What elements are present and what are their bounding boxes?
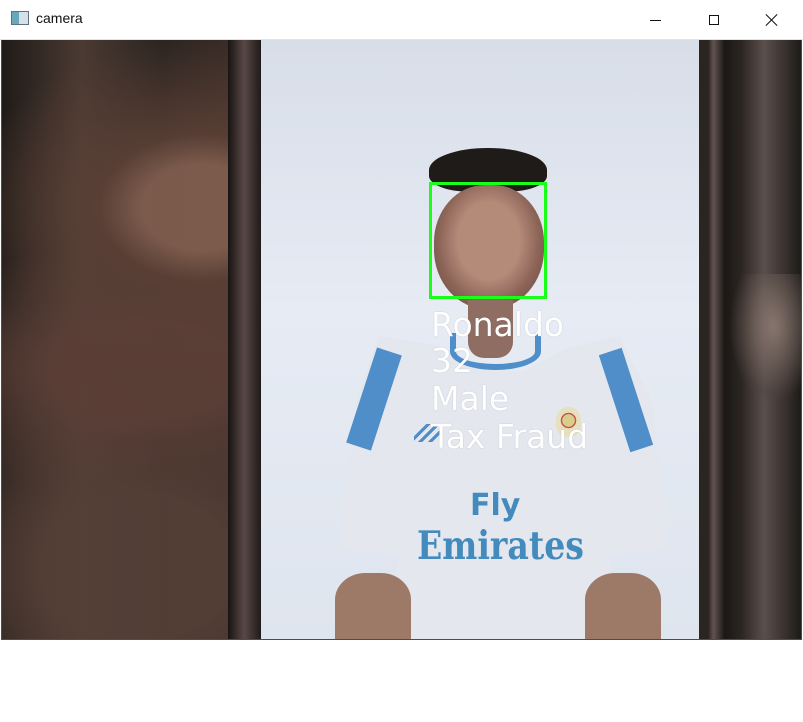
jersey-sponsor-line-2: Emirates (417, 523, 584, 569)
detected-gender-label: Male (431, 379, 510, 418)
jersey-sponsor-line-1: Fly (470, 488, 521, 523)
maximize-button[interactable] (685, 0, 742, 39)
right-arm (585, 573, 661, 639)
title-bar: camera (0, 0, 803, 40)
detected-name-label: Ronaldo (431, 305, 565, 344)
phone-left-edge (228, 40, 264, 639)
camera-feed: Fly Emirates Ronaldo 32 Male Tax Fraud (1, 40, 802, 640)
minimize-button[interactable] (627, 0, 684, 39)
maximize-icon (708, 14, 719, 25)
empty-window-area (0, 641, 803, 722)
camera-window: camera Fly Emirates Ronaldo 32 Male Tax … (0, 0, 803, 641)
window-title: camera (36, 10, 83, 26)
camera-app-icon (11, 11, 29, 25)
close-icon (765, 13, 779, 27)
face-detection-box (429, 182, 547, 299)
left-arm (335, 573, 411, 639)
background-highlight (729, 274, 801, 404)
detected-age-label: 32 (431, 341, 473, 380)
minimize-icon (650, 19, 661, 21)
close-button[interactable] (743, 0, 800, 39)
detected-crime-label: Tax Fraud (431, 417, 589, 456)
